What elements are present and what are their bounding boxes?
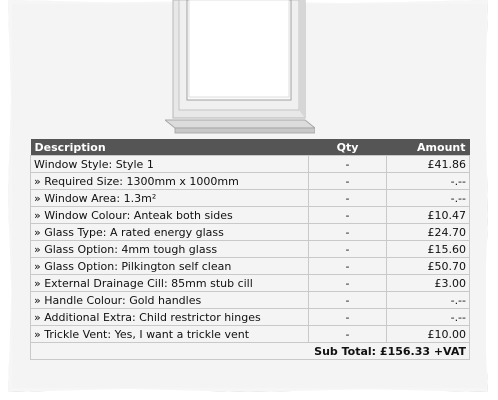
row-amount: £41.86 (386, 155, 470, 173)
row-description: » Window Area: 1.3m² (30, 189, 309, 207)
row-qty: - (308, 274, 387, 292)
row-description: » Trickle Vent: Yes, I want a trickle ve… (30, 325, 309, 343)
row-qty: - (308, 308, 387, 326)
row-qty: - (308, 206, 387, 224)
row-description: » Glass Type: A rated energy glass (30, 223, 309, 241)
table-row: » Handle Colour: Gold handles - -.-- (30, 291, 470, 309)
table-row: » Trickle Vent: Yes, I want a trickle ve… (30, 325, 470, 343)
column-header-qty: Qty (308, 139, 387, 156)
subtotal-text: Sub Total: £156.33 +VAT (30, 342, 470, 360)
column-header-amount: Amount (386, 139, 470, 156)
row-amount: £15.60 (386, 240, 470, 258)
row-description: » Required Size: 1300mm x 1000mm (30, 172, 309, 190)
window-icon (165, 0, 315, 134)
row-qty: - (308, 291, 387, 309)
quote-table: Description Qty Amount Window Style: Sty… (30, 139, 470, 360)
row-qty: - (308, 189, 387, 207)
row-qty: - (308, 155, 387, 173)
row-amount: £24.70 (386, 223, 470, 241)
subtotal-row: Sub Total: £156.33 +VAT (30, 342, 470, 360)
row-amount: -.-- (386, 308, 470, 326)
row-description: » Additional Extra: Child restrictor hin… (30, 308, 309, 326)
table-row: Window Style: Style 1- £41.86 (30, 155, 470, 173)
row-amount: £3.00 (386, 274, 470, 292)
row-qty: - (308, 223, 387, 241)
table-row: » Glass Option: 4mm tough glass - £15.60 (30, 240, 470, 258)
table-row: » External Drainage Cill: 85mm stub cill… (30, 274, 470, 292)
row-qty: - (308, 172, 387, 190)
table-row: » Window Area: 1.3m² - -.-- (30, 189, 470, 207)
table-row: » Window Colour: Anteak both sides - £10.4… (30, 206, 470, 224)
table-row: » Glass Option: Pilkington self clean - £5… (30, 257, 470, 275)
row-description: » Window Colour: Anteak both sides (30, 206, 309, 224)
table-header-row: Description Qty Amount (30, 139, 470, 156)
row-amount: -.-- (386, 172, 470, 190)
row-description: » Handle Colour: Gold handles (30, 291, 309, 309)
row-qty: - (308, 240, 387, 258)
row-amount: £10.47 (386, 206, 470, 224)
row-description: » Glass Option: 4mm tough glass (30, 240, 309, 258)
row-amount: £10.00 (386, 325, 470, 343)
column-header-description: Description (30, 139, 309, 156)
table-row: » Additional Extra: Child restrictor hin… (30, 308, 470, 326)
row-description: » Glass Option: Pilkington self clean (30, 257, 309, 275)
table-row: » Glass Type: A rated energy glass - £24.7… (30, 223, 470, 241)
table-row: » Required Size: 1300mm x 1000mm - -.-- (30, 172, 470, 190)
row-description: Window Style: Style 1 (30, 155, 309, 173)
row-amount: -.-- (386, 291, 470, 309)
row-amount: -.-- (386, 189, 470, 207)
row-qty: - (308, 257, 387, 275)
row-qty: - (308, 325, 387, 343)
row-description: » External Drainage Cill: 85mm stub cill (30, 274, 309, 292)
row-amount: £50.70 (386, 257, 470, 275)
